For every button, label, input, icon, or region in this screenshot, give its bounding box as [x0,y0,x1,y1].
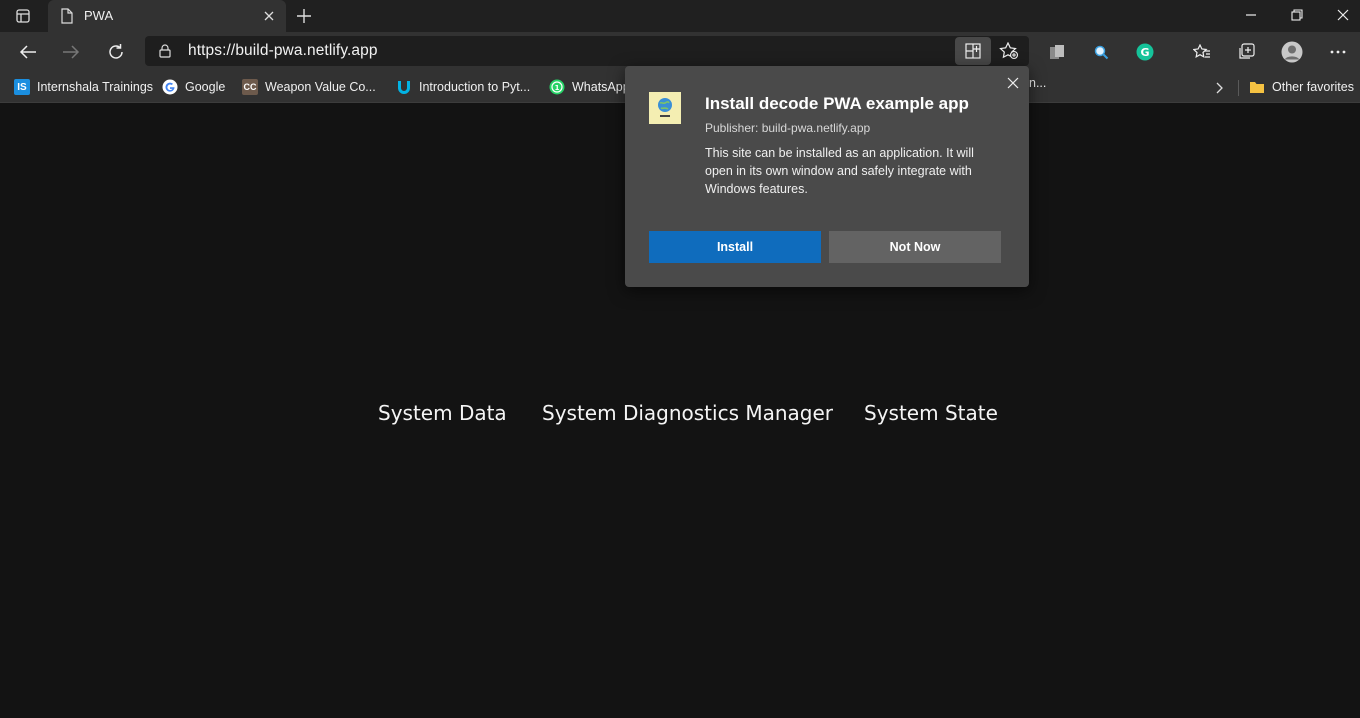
bookmark-weapon-value[interactable]: CC Weapon Value Co... [242,76,376,98]
url-text[interactable]: https://build-pwa.netlify.app [188,42,378,60]
udacity-icon [396,79,412,95]
bookmark-other-favorites[interactable]: Other favorites [1249,76,1354,98]
bookmark-label: Google [185,80,226,94]
tab-actions-icon[interactable] [8,6,38,26]
bookmark-google[interactable]: Google [162,76,225,98]
dialog-close-icon[interactable] [1002,72,1024,94]
minimize-icon[interactable] [1228,0,1274,30]
app-available-icon[interactable] [955,37,991,65]
svg-text:G: G [1140,46,1149,59]
install-button[interactable]: Install [649,231,821,263]
refresh-icon[interactable] [102,38,130,66]
page-icon [60,8,74,29]
restore-icon[interactable] [1274,0,1320,30]
collections-icon[interactable] [1232,38,1260,66]
bookmark-whatsapp[interactable]: 1 WhatsApp [549,76,630,98]
bookmark-internshala[interactable]: IS Internshala Trainings [14,76,153,98]
bookmark-label: Other favorites [1272,80,1354,94]
link-system-data[interactable]: System Data [378,401,507,425]
bookmark-label: Internshala Trainings [37,80,154,94]
lock-icon[interactable] [159,44,171,63]
chevron-right-icon[interactable] [1211,79,1229,97]
tab-active[interactable]: PWA [48,0,286,32]
favorites-icon[interactable] [1188,38,1216,66]
svg-text:1: 1 [555,84,560,92]
search-extension-icon[interactable] [1087,38,1115,66]
back-icon[interactable] [14,38,42,66]
new-tab-icon[interactable] [294,6,314,26]
bookmark-partial-label[interactable]: n... [1029,76,1046,90]
install-app-dialog: Install decode PWA example app Publisher… [625,66,1029,287]
extension-icon[interactable] [1043,38,1071,66]
bookmark-label: WhatsApp [572,80,630,94]
tab-strip: PWA [0,0,1360,32]
forward-icon[interactable] [57,38,85,66]
link-system-diagnostics-manager[interactable]: System Diagnostics Manager [542,401,833,425]
address-bar[interactable]: https://build-pwa.netlify.app [145,36,1029,66]
internshala-icon: IS [14,79,30,95]
profile-avatar-icon[interactable] [1278,38,1306,66]
tab-title: PWA [84,8,114,23]
dialog-title: Install decode PWA example app [705,94,969,113]
dialog-description: This site can be installed as an applica… [705,146,974,196]
folder-icon [1249,79,1265,95]
add-favorite-icon[interactable] [995,38,1023,64]
close-window-icon[interactable] [1320,0,1360,30]
favorites-divider [1238,80,1239,96]
bookmark-label: Weapon Value Co... [265,80,376,94]
system-nav: System Data System Diagnostics Manager S… [0,401,1360,431]
cc-icon: CC [242,79,258,95]
google-icon [162,79,178,95]
link-system-state[interactable]: System State [864,401,998,425]
app-logo-icon [649,92,681,124]
tab-close-icon[interactable] [260,7,278,25]
dialog-publisher: Publisher: build-pwa.netlify.app [705,121,871,135]
bookmark-label: Introduction to Pyt... [419,80,531,94]
grammarly-icon[interactable]: G [1131,38,1159,66]
more-menu-icon[interactable] [1324,38,1352,66]
whatsapp-icon: 1 [549,79,565,95]
not-now-button[interactable]: Not Now [829,231,1001,263]
bookmark-intro-python[interactable]: Introduction to Pyt... [396,76,530,98]
